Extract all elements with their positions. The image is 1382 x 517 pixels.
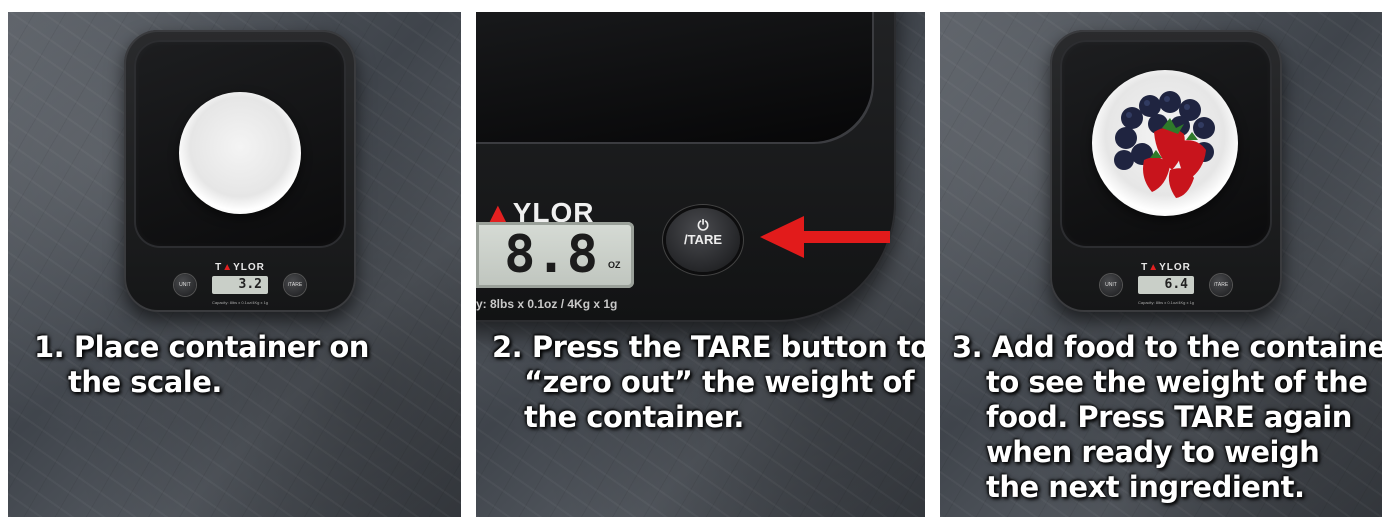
scale-brand: T▲YLOR — [215, 262, 265, 273]
red-arrow-icon — [760, 216, 890, 258]
step-2-caption: 2. Press the TARE button to “zero out” t… — [492, 330, 925, 435]
tare-button: /TARE — [284, 274, 306, 296]
capacity-label: Capacity: 8lbs x 0.1oz/4Kg x 1g — [211, 300, 269, 305]
step-3-caption: 3. Add food to the container to see the … — [952, 330, 1382, 505]
caption-line: Place container on — [73, 330, 370, 364]
caption-line: to see the weight of the — [986, 365, 1368, 399]
step-3-panel: T▲YLOR UNIT 6.4 /TARE Capacity: 8lbs x 0… — [940, 12, 1382, 517]
scale-display: 3.2 — [212, 276, 268, 294]
scale-platform — [476, 12, 874, 144]
capacity-label: y: 8lbs x 0.1oz / 4Kg x 1g — [476, 297, 618, 311]
berries-icon — [1114, 91, 1215, 198]
caption-line: the container. — [524, 400, 744, 434]
kitchen-scale: T▲YLOR UNIT 6.4 /TARE Capacity: 8lbs x 0… — [1050, 30, 1282, 312]
brand-triangle-icon: ▲ — [222, 262, 234, 273]
power-icon: ⏻ — [697, 217, 709, 233]
step-number: 2. — [492, 330, 523, 364]
step-1-caption: 1. Place container on the scale. — [34, 330, 369, 400]
caption-line: the scale. — [68, 365, 222, 399]
caption-line: food. Press TARE again — [986, 400, 1352, 434]
caption-line: Press the TARE button to — [531, 330, 925, 364]
tare-button: ⏻ /TARE — [666, 208, 740, 272]
unit-button: UNIT — [1100, 274, 1122, 296]
scale-brand: T▲YLOR — [1141, 262, 1191, 273]
step-1-panel: T▲YLOR UNIT 3.2 /TARE Capacity: 8lbs x 0… — [8, 12, 461, 517]
caption-line: the next ingredient. — [986, 470, 1305, 504]
bowl-with-berries — [1092, 70, 1238, 216]
tare-instructions-strip: T▲YLOR UNIT 3.2 /TARE Capacity: 8lbs x 0… — [0, 0, 1382, 517]
empty-white-bowl — [179, 92, 301, 214]
scale-display: 6.4 — [1138, 276, 1194, 294]
caption-line: Add food to the container — [991, 330, 1382, 364]
tare-button: /TARE — [1210, 274, 1232, 296]
caption-line: “zero out” the weight of — [524, 365, 915, 399]
scale-display: 8.8 — [476, 222, 634, 288]
capacity-label: Capacity: 8lbs x 0.1oz/4Kg x 1g — [1137, 300, 1195, 305]
step-number: 1. — [34, 330, 65, 364]
brand-triangle-icon: ▲ — [1148, 262, 1160, 273]
step-number: 3. — [952, 330, 983, 364]
step-2-panel: ▲YLOR 8.8 OZ y: 8lbs x 0.1oz / 4Kg x 1g … — [476, 12, 925, 517]
unit-button: UNIT — [174, 274, 196, 296]
caption-line: when ready to weigh — [986, 435, 1320, 469]
kitchen-scale: T▲YLOR UNIT 3.2 /TARE Capacity: 8lbs x 0… — [124, 30, 356, 312]
display-unit: OZ — [608, 260, 621, 270]
